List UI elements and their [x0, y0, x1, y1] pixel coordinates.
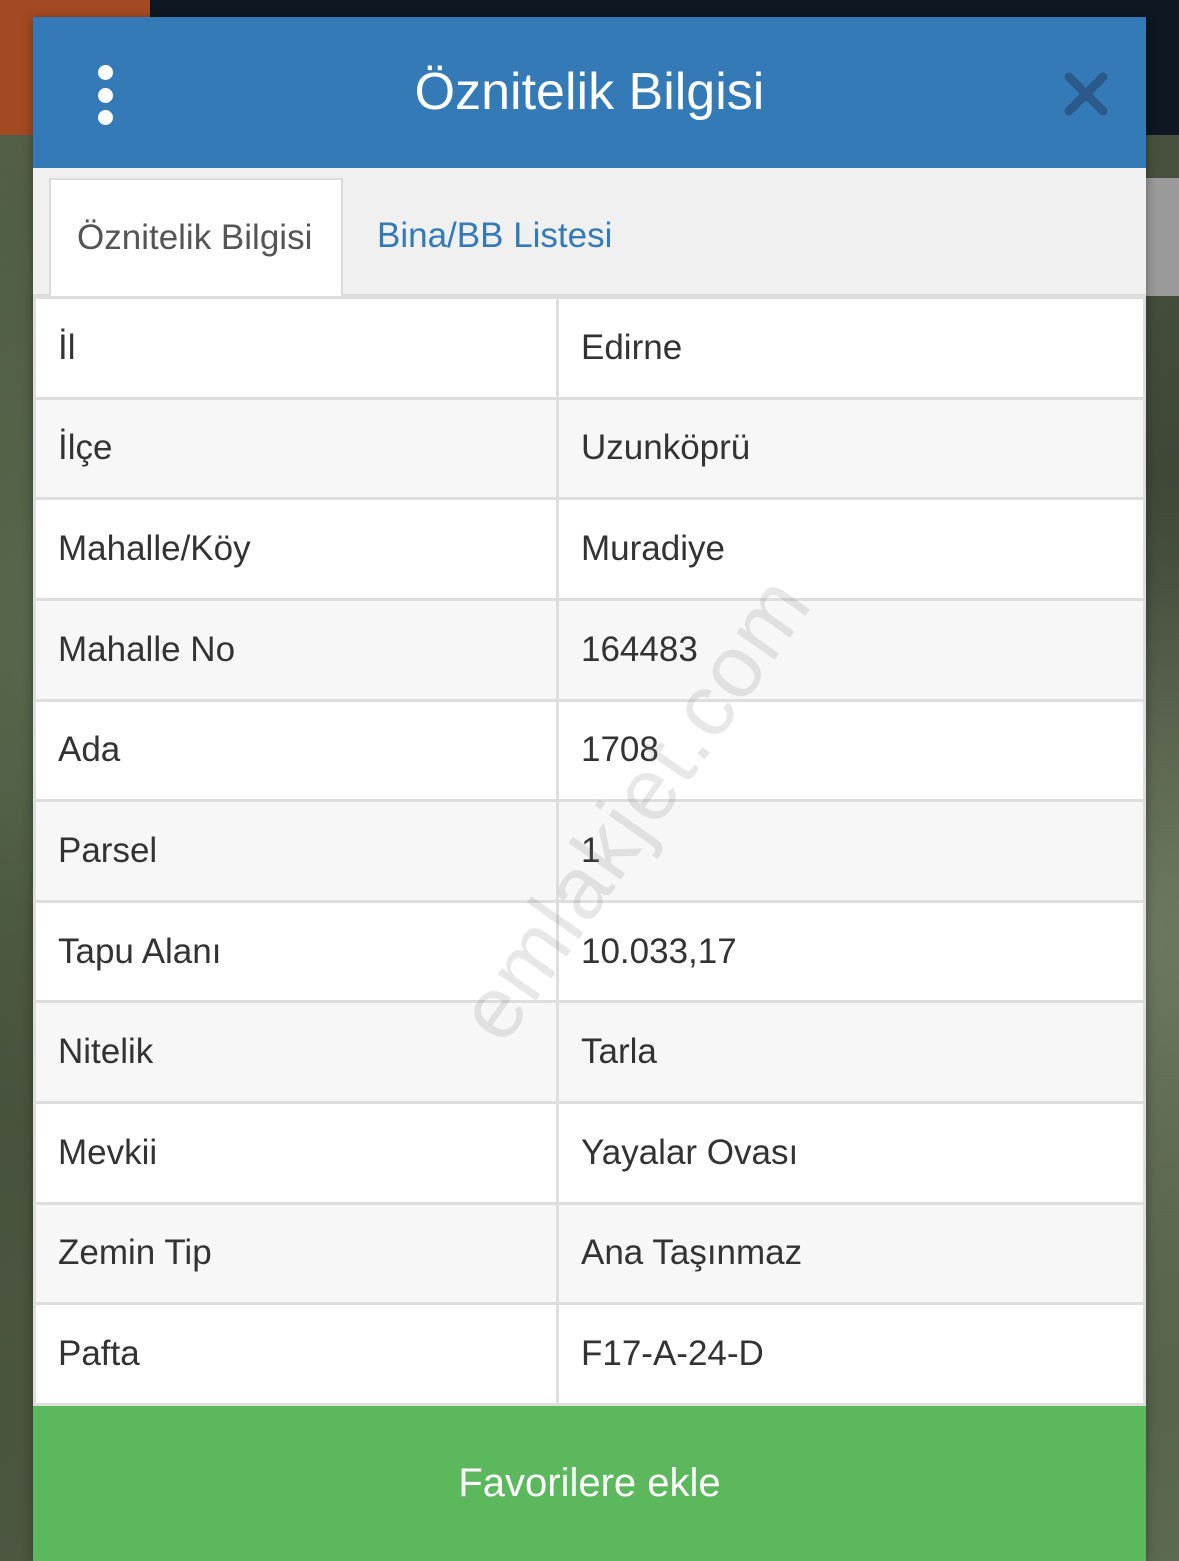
table-row: Mahalle No 164483: [36, 600, 1143, 699]
attribute-value: Uzunköprü: [559, 399, 1143, 498]
table-row: Tapu Alanı 10.033,17: [36, 902, 1143, 1001]
attribute-value: Muradiye: [559, 500, 1143, 598]
attribute-info-dialog: Öznitelik Bilgisi Öznitelik Bilgisi Bina…: [33, 17, 1146, 1561]
attribute-table: İl Edirne İlçe Uzunköprü Mahalle/Köy Mur…: [33, 296, 1146, 1406]
attribute-value: Edirne: [559, 299, 1143, 397]
tab-bar: Öznitelik Bilgisi Bina/BB Listesi: [33, 168, 1146, 296]
attribute-value: 1708: [559, 701, 1143, 800]
menu-dot: [97, 65, 113, 80]
attribute-value: Yayalar Ovası: [559, 1104, 1143, 1202]
attribute-label: İlçe: [36, 399, 556, 498]
attribute-label: Ada: [36, 701, 556, 800]
attribute-label: Mahalle No: [36, 600, 556, 699]
attribute-label: Mahalle/Köy: [36, 500, 556, 598]
more-vertical-icon[interactable]: [88, 65, 122, 125]
table-row: Nitelik Tarla: [36, 1003, 1143, 1101]
close-icon-glyph: [1064, 72, 1108, 116]
menu-dot: [97, 110, 113, 125]
close-icon[interactable]: [1061, 69, 1111, 119]
attribute-value: 10.033,17: [559, 902, 1143, 1001]
menu-dot: [97, 87, 113, 103]
dialog-title: Öznitelik Bilgisi: [414, 63, 765, 121]
table-row: Mevkii Yayalar Ovası: [36, 1104, 1143, 1202]
attribute-value: Ana Taşınmaz: [559, 1204, 1143, 1303]
attribute-value: 1: [559, 802, 1143, 900]
attribute-label: Mevkii: [36, 1104, 556, 1202]
table-row: İlçe Uzunköprü: [36, 399, 1143, 498]
table-row: İl Edirne: [36, 299, 1143, 397]
attribute-value: 164483: [559, 600, 1143, 699]
dialog-header: Öznitelik Bilgisi: [33, 17, 1146, 168]
table-row: Ada 1708: [36, 701, 1143, 800]
add-to-favorites-button[interactable]: Favorilere ekle: [33, 1406, 1146, 1561]
attribute-label: Pafta: [36, 1305, 556, 1403]
table-row: Pafta F17-A-24-D: [36, 1305, 1143, 1403]
attribute-label: İl: [36, 299, 556, 397]
attribute-value: Tarla: [559, 1003, 1143, 1101]
map-side-scroll: [1146, 178, 1179, 296]
attribute-value: F17-A-24-D: [559, 1305, 1143, 1403]
tab-building-list[interactable]: Bina/BB Listesi: [351, 178, 638, 294]
table-row: Zemin Tip Ana Taşınmaz: [36, 1204, 1143, 1303]
table-row: Parsel 1: [36, 802, 1143, 900]
tab-attribute-info[interactable]: Öznitelik Bilgisi: [49, 178, 343, 296]
table-row: Mahalle/Köy Muradiye: [36, 500, 1143, 598]
attribute-label: Zemin Tip: [36, 1204, 556, 1303]
attribute-label: Tapu Alanı: [36, 902, 556, 1001]
attribute-label: Nitelik: [36, 1003, 556, 1101]
attribute-label: Parsel: [36, 802, 556, 900]
